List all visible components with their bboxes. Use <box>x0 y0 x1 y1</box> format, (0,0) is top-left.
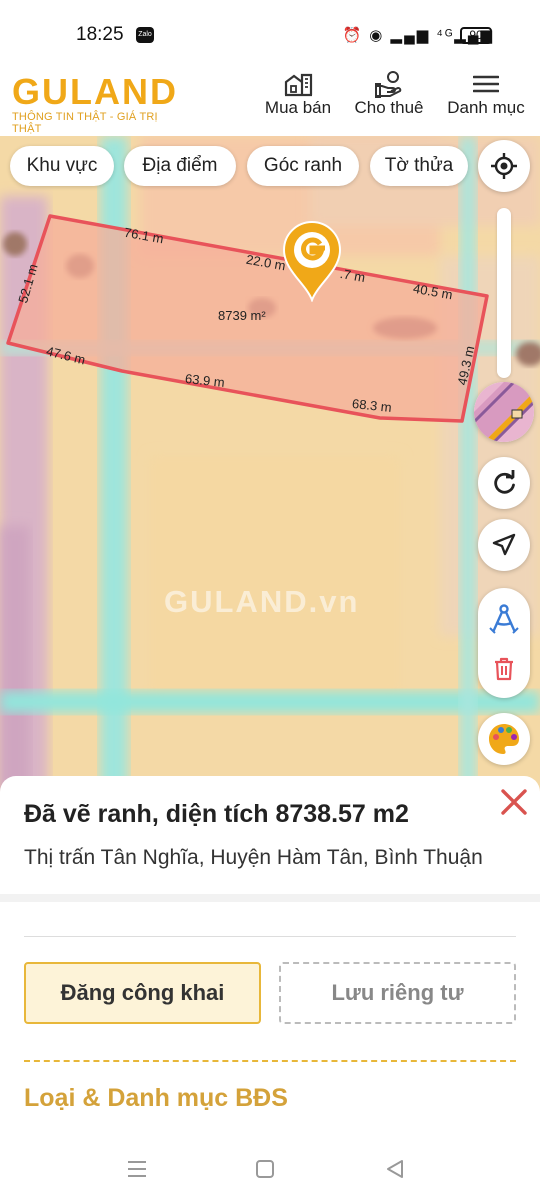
map-zoom-slider[interactable] <box>497 208 511 378</box>
battery-icon: 90 <box>460 27 492 44</box>
buildings-icon <box>262 70 334 98</box>
navigate-button[interactable] <box>478 519 530 571</box>
nav-buy[interactable]: Mua bán <box>262 70 334 118</box>
save-private-button[interactable]: Lưu riêng tư <box>279 962 516 1024</box>
system-nav-bar <box>0 1140 540 1200</box>
layer-thumbnail-icon <box>474 382 534 442</box>
guland-logo[interactable]: GULAND THÔNG TIN THẬT - GIÁ TRỊ THẬT <box>12 71 187 136</box>
nav-menu[interactable]: Danh mục <box>444 70 528 118</box>
publish-public-button[interactable]: Đăng công khai <box>24 962 261 1024</box>
sheet-title: Đã vẽ ranh, diện tích 8738.57 m2 <box>24 800 409 828</box>
back-icon <box>387 1160 403 1178</box>
hamburger-icon <box>444 70 528 98</box>
parcel-info-sheet: Đã vẽ ranh, diện tích 8738.57 m2 Thị trấ… <box>0 776 540 1200</box>
recents-icon <box>128 1161 146 1177</box>
zalo-icon: Zalo <box>136 27 154 43</box>
my-location-button[interactable] <box>478 140 530 192</box>
hand-house-icon <box>352 70 426 98</box>
section-gap <box>0 894 540 902</box>
location-marker-icon[interactable] <box>282 220 342 303</box>
filter-area-chip[interactable]: Khu vực <box>10 146 114 186</box>
nav-menu-label: Danh mục <box>447 98 525 117</box>
map-layer-button[interactable] <box>474 382 534 442</box>
parcel-address: Thị trấn Tân Nghĩa, Huyện Hàm Tân, Bình … <box>24 846 483 869</box>
filter-place-chip[interactable]: Địa điểm <box>124 146 236 186</box>
dashed-divider <box>24 1060 516 1062</box>
section-title: Loại & Danh mục BĐS <box>24 1084 288 1112</box>
nav-rent[interactable]: Cho thuê <box>352 70 426 118</box>
map-canvas <box>0 136 540 796</box>
compass-draw-icon <box>489 604 519 634</box>
recents-button[interactable] <box>122 1154 152 1184</box>
refresh-button[interactable] <box>478 457 530 509</box>
filter-corner-chip[interactable]: Góc ranh <box>247 146 359 186</box>
crosshair-icon <box>491 153 517 179</box>
home-button[interactable] <box>250 1154 280 1184</box>
map-watermark: GULAND.vn <box>164 584 360 619</box>
divider <box>24 936 516 937</box>
palette-icon <box>489 724 519 754</box>
draw-boundary-button[interactable] <box>478 596 530 642</box>
nav-rent-label: Cho thuê <box>354 98 424 117</box>
app-header: GULAND THÔNG TIN THẬT - GIÁ TRỊ THẬT Mua… <box>0 66 540 136</box>
trash-icon <box>495 657 513 681</box>
back-button[interactable] <box>380 1154 410 1184</box>
close-icon <box>501 789 527 815</box>
parcel-area-label: 8739 m² <box>218 308 266 323</box>
map-view[interactable]: GULAND.vn 76.1 m 22.0 m .7 m 40.5 m 52.1… <box>0 136 540 796</box>
color-palette-button[interactable] <box>478 713 530 765</box>
close-button[interactable] <box>498 786 530 818</box>
delete-boundary-button[interactable] <box>478 646 530 692</box>
logo-tagline: THÔNG TIN THẬT - GIÁ TRỊ THẬT <box>12 111 158 135</box>
draw-tools <box>478 588 530 698</box>
navigation-arrow-icon <box>492 533 516 556</box>
status-time: 18:25 <box>76 24 124 45</box>
status-bar: 18:25 Zalo ⏰ ◉ ▂▄▆ ⁴ᴳ▂▄▆ 90 <box>0 0 540 66</box>
home-icon <box>256 1160 274 1178</box>
filter-parcel-chip[interactable]: Tờ thửa <box>370 146 468 186</box>
refresh-icon <box>494 470 515 494</box>
logo-wordmark: GULAND <box>12 71 178 112</box>
nav-buy-label: Mua bán <box>264 98 332 117</box>
